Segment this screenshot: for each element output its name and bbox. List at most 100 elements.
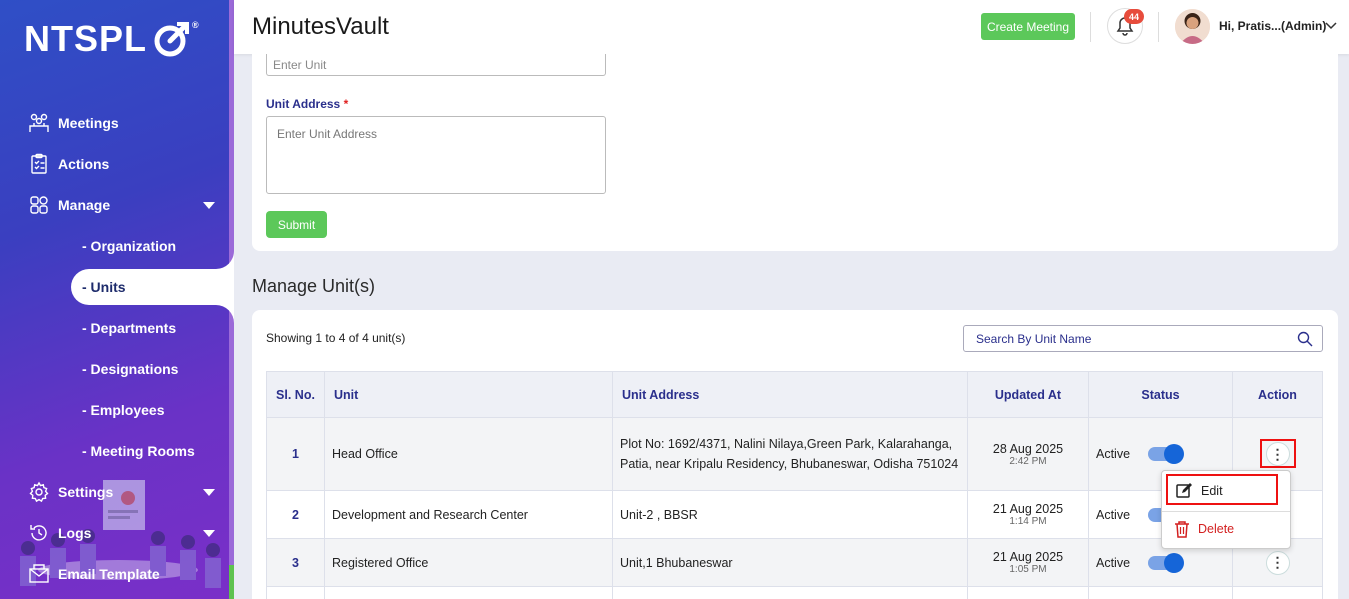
logo-mark-icon xyxy=(154,22,190,57)
unit-address-textarea[interactable]: Enter Unit Address xyxy=(266,116,606,194)
row-sl: 3 xyxy=(266,538,325,587)
row-address xyxy=(612,586,968,599)
actions-icon xyxy=(31,153,47,174)
column-header[interactable]: Unit Address xyxy=(612,371,968,418)
meetings-icon xyxy=(29,113,49,132)
sidebar-item-label: Actions xyxy=(58,156,110,172)
search-input[interactable]: Search By Unit Name xyxy=(963,325,1323,352)
unit-address-placeholder: Enter Unit Address xyxy=(277,127,378,141)
logo-text: NTSPL xyxy=(24,18,148,59)
trash-icon xyxy=(1175,521,1189,538)
row-time: 1:05 PM xyxy=(1009,564,1047,575)
row-unit: Development and Research Center xyxy=(324,490,613,539)
toggle-knob xyxy=(1164,444,1185,464)
row-unit: Registered Office xyxy=(324,538,613,587)
sidebar-item-meetings[interactable]: Meetings xyxy=(28,111,119,135)
settings-caret-icon[interactable] xyxy=(203,489,215,496)
app-title: MinutesVault xyxy=(252,13,389,40)
row-action xyxy=(1232,586,1323,599)
table-row xyxy=(266,586,1323,599)
sidebar-item-email-template[interactable]: Email Template xyxy=(28,562,160,586)
sidebar-item-departments[interactable]: - Departments xyxy=(82,320,176,336)
toggle-knob xyxy=(1164,552,1185,573)
row-address: Plot No: 1692/4371, Nalini Nilaya,Green … xyxy=(612,417,968,491)
registered-mark: ® xyxy=(192,20,200,30)
sidebar-item-logs[interactable]: Logs xyxy=(28,521,91,545)
user-greeting[interactable]: Hi, Pratis...(Admin) xyxy=(1219,19,1326,33)
more-options-button[interactable]: ⋮ xyxy=(1265,550,1290,575)
status-toggle[interactable] xyxy=(1148,444,1185,464)
logs-caret-icon[interactable] xyxy=(203,530,215,537)
unit-address-label: Unit Address * xyxy=(266,97,348,111)
row-unit: Head Office xyxy=(324,417,613,491)
sidebar-edge-accent xyxy=(229,565,234,599)
settings-icon xyxy=(29,481,49,503)
sidebar-item-actions[interactable]: Actions xyxy=(28,152,109,176)
required-mark: * xyxy=(343,97,349,111)
column-header[interactable]: Sl. No. xyxy=(266,371,325,418)
row-updated: 21 Aug 2025 1:05 PM xyxy=(967,538,1089,587)
row-address: Unit-2 , BBSR xyxy=(612,490,968,539)
sidebar-item-meeting-rooms[interactable]: - Meeting Rooms xyxy=(82,443,195,459)
action-highlight xyxy=(1260,439,1296,468)
submit-button[interactable]: Submit xyxy=(266,211,327,238)
logo[interactable]: NTSPL ® xyxy=(24,18,200,60)
search-icon[interactable] xyxy=(1297,331,1313,347)
create-meeting-button[interactable]: Create Meeting xyxy=(981,13,1075,40)
status-label: Active xyxy=(1096,507,1131,522)
sidebar-item-manage[interactable]: Manage xyxy=(28,193,110,217)
sidebar-item-settings[interactable]: Settings xyxy=(28,480,113,504)
avatar[interactable] xyxy=(1175,9,1210,44)
sidebar-item-organization[interactable]: - Organization xyxy=(82,238,176,254)
row-time: 2:42 PM xyxy=(1009,455,1047,467)
sidebar-item-employees[interactable]: - Employees xyxy=(82,402,164,418)
row-sl xyxy=(266,586,325,599)
unit-address-label-text: Unit Address xyxy=(266,97,341,111)
status-toggle[interactable] xyxy=(1148,552,1185,573)
column-header[interactable]: Unit xyxy=(324,371,613,418)
logs-icon xyxy=(30,525,47,541)
column-header: Action xyxy=(1232,371,1323,418)
table-header-row: Sl. No. Unit Unit Address Updated At Sta… xyxy=(266,371,1323,418)
row-status xyxy=(1088,586,1233,599)
page-title: Manage Unit(s) xyxy=(252,276,376,296)
header-divider xyxy=(1090,12,1091,42)
row-date: 28 Aug 2025 xyxy=(992,441,1064,456)
row-updated: 28 Aug 2025 2:42 PM xyxy=(967,417,1089,491)
sidebar-item-units[interactable]: - Units xyxy=(82,279,126,295)
sidebar-item-label: Meetings xyxy=(58,115,119,131)
delete-menu-item[interactable]: Delete xyxy=(1174,520,1234,538)
column-header[interactable]: Status xyxy=(1088,371,1233,418)
row-date: 21 Aug 2025 xyxy=(992,502,1064,516)
search-placeholder: Search By Unit Name xyxy=(976,331,1092,346)
row-time: 1:14 PM xyxy=(1009,516,1047,527)
sidebar-item-label: Logs xyxy=(58,525,92,541)
row-date: 21 Aug 2025 xyxy=(992,550,1064,564)
sidebar-item-label: Settings xyxy=(58,484,114,500)
menu-divider xyxy=(1162,511,1290,512)
column-header[interactable]: Updated At xyxy=(967,371,1089,418)
chevron-down-icon[interactable] xyxy=(1324,18,1338,32)
delete-label: Delete xyxy=(1198,522,1235,536)
sidebar-item-designations[interactable]: - Designations xyxy=(82,361,178,377)
sidebar: NTSPL ® Meetings Actions Manage - Organi… xyxy=(0,0,234,599)
sidebar-item-label: Email Template xyxy=(58,566,160,582)
row-sl: 2 xyxy=(266,490,325,539)
showing-count: Showing 1 to 4 of 4 unit(s) xyxy=(266,331,406,345)
email-icon xyxy=(29,564,49,583)
manage-icon xyxy=(30,196,48,214)
unit-form-card: Enter Unit Unit Address * Enter Unit Add… xyxy=(252,54,1338,251)
manage-caret-icon[interactable] xyxy=(203,202,215,209)
status-label: Active xyxy=(1096,555,1131,570)
row-updated xyxy=(967,586,1089,599)
header-divider xyxy=(1158,12,1159,42)
unit-input-placeholder: Enter Unit xyxy=(273,57,327,72)
row-updated: 21 Aug 2025 1:14 PM xyxy=(967,490,1089,539)
unit-input[interactable]: Enter Unit xyxy=(266,54,606,76)
user-avatar-icon xyxy=(1175,9,1210,44)
notification-badge: 44 xyxy=(1124,9,1144,24)
top-header: MinutesVault Create Meeting 44 Hi, Prati… xyxy=(234,0,1349,54)
sidebar-item-label: Manage xyxy=(58,197,111,213)
units-list-card: Showing 1 to 4 of 4 unit(s) Search By Un… xyxy=(252,310,1338,599)
row-unit xyxy=(324,586,613,599)
